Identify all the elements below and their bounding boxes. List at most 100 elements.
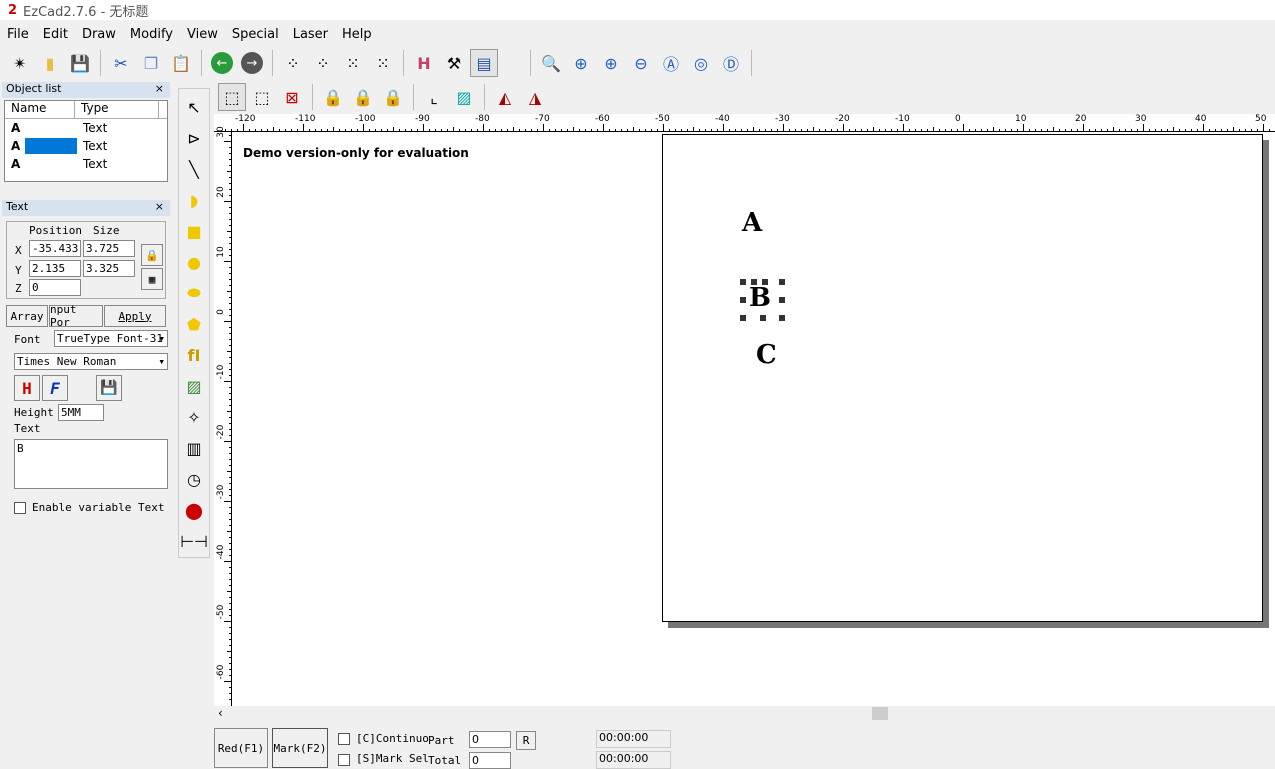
vector-file-icon[interactable]: ✧ [180, 403, 208, 431]
menu-edit[interactable]: Edit [36, 27, 75, 42]
input-output-icon[interactable]: ⬤ [180, 496, 208, 524]
polygon-icon[interactable]: ⬟ [180, 310, 208, 338]
z-position-input[interactable]: 0 [29, 279, 81, 296]
tools-icon[interactable]: ⚒ [440, 49, 468, 77]
zoom-fit-icon[interactable]: ◎ [687, 49, 715, 77]
copy-icon[interactable]: ❐ [137, 49, 165, 77]
input-port-button[interactable]: nput Por [49, 303, 103, 329]
enable-variable-checkbox[interactable] [14, 501, 26, 514]
continuous-checkbox[interactable] [338, 733, 350, 745]
selection-handle[interactable] [751, 279, 757, 285]
barcode-icon[interactable]: ▥ [180, 434, 208, 462]
selection-handle[interactable] [740, 315, 746, 321]
hatch-icon[interactable]: H [410, 49, 438, 77]
font-type-select[interactable]: TrueType Font-31 ▾ [54, 330, 168, 347]
open-icon[interactable]: ▮ [36, 49, 64, 77]
selection-handle[interactable] [760, 315, 766, 321]
ellipse-icon[interactable]: ⬬ [180, 279, 208, 307]
node-mode-icon[interactable]: ⊠ [278, 83, 306, 111]
zoom-in-icon[interactable]: ⊕ [567, 49, 595, 77]
delay-icon[interactable]: ⊢⊣ [180, 527, 208, 555]
mirror-horizontal-icon[interactable]: ◭ [491, 83, 519, 111]
line-icon[interactable]: ╲ [180, 155, 208, 183]
group-node-icon[interactable]: ⁙ [339, 49, 367, 77]
rotate-mode-icon[interactable]: ⬚ [248, 83, 276, 111]
ungroup-icon[interactable]: ⁘ [309, 49, 337, 77]
mark-selected-checkbox[interactable] [338, 754, 350, 766]
text-content-input[interactable]: B [14, 439, 168, 489]
font-settings-icon[interactable]: F [42, 375, 68, 401]
select-mode-icon[interactable]: ⬚ [218, 83, 246, 111]
unlock-all-icon[interactable]: 🔒 [379, 83, 407, 111]
color-icon[interactable]: ▨ [450, 83, 478, 111]
column-type[interactable]: Type [75, 101, 159, 118]
text-tool-icon[interactable]: fI [180, 341, 208, 369]
object-list-row[interactable]: A Text [5, 137, 167, 155]
part-input[interactable]: 0 [469, 731, 511, 748]
lock-ratio-icon[interactable]: 🔒 [141, 244, 163, 266]
clock-icon[interactable]: ◷ [180, 465, 208, 493]
menu-file[interactable]: File [0, 27, 36, 42]
mirror-vertical-icon[interactable]: ◮ [521, 83, 549, 111]
red-button[interactable]: Red(F1) [214, 728, 268, 768]
text-object-c[interactable]: C [756, 340, 777, 370]
selection-handle[interactable] [779, 279, 785, 285]
selection-handle[interactable] [740, 297, 746, 303]
ungroup-node-icon[interactable]: ⁙ [369, 49, 397, 77]
save-font-icon[interactable]: 💾 [96, 375, 122, 401]
save-icon[interactable]: 💾 [66, 49, 94, 77]
zoom-all-icon[interactable]: Ⓐ [657, 49, 685, 77]
origin-icon[interactable]: ⌞ [420, 83, 448, 111]
cut-icon[interactable]: ✂ [107, 49, 135, 77]
scroll-left-icon[interactable]: ‹ [218, 706, 223, 720]
x-size-input[interactable]: 3.725 [83, 240, 135, 257]
circle-icon[interactable]: ● [180, 248, 208, 276]
list-view-icon[interactable]: ▤ [470, 49, 498, 77]
hatch-font-icon[interactable]: H [14, 375, 40, 401]
mark-button[interactable]: Mark(F2) [272, 728, 328, 768]
curve-icon[interactable]: ◗ [180, 186, 208, 214]
y-position-input[interactable]: 2.135 [29, 260, 81, 277]
column-name[interactable]: Name [5, 101, 75, 118]
undo-icon[interactable]: ← [208, 49, 236, 77]
menu-modify[interactable]: Modify [123, 27, 180, 42]
y-size-input[interactable]: 3.325 [83, 260, 135, 277]
height-input[interactable]: 5MM [58, 404, 104, 421]
reset-button[interactable]: R [516, 731, 536, 750]
zoom-icon[interactable]: 🔍 [537, 49, 565, 77]
lock-icon[interactable]: 🔒 [319, 83, 347, 111]
close-icon[interactable]: × [155, 82, 164, 98]
menu-view[interactable]: View [180, 27, 225, 42]
object-list-row[interactable]: A Text [5, 155, 167, 173]
selection-handle[interactable] [779, 315, 785, 321]
apply-button[interactable]: Apply [104, 305, 166, 327]
close-icon[interactable]: × [155, 200, 164, 216]
zoom-out-icon[interactable]: ⊖ [627, 49, 655, 77]
new-icon[interactable]: ✴ [6, 49, 34, 77]
selection-handle[interactable] [740, 279, 746, 285]
paste-icon[interactable]: 📋 [167, 49, 195, 77]
menu-special[interactable]: Special [225, 27, 286, 42]
horizontal-scrollbar[interactable]: ‹ [214, 706, 1275, 722]
pointer-icon[interactable]: ↖ [180, 93, 208, 121]
curve-edit-icon[interactable]: ⊳ [180, 124, 208, 152]
object-list-row[interactable]: A Text [5, 119, 167, 137]
rectangle-icon[interactable]: ■ [180, 217, 208, 245]
redo-icon[interactable]: → [238, 49, 266, 77]
selection-handle[interactable] [779, 297, 785, 303]
selection-handle[interactable] [762, 279, 768, 285]
anchor-grid-icon[interactable]: ▦ [141, 268, 163, 290]
menu-laser[interactable]: Laser [286, 27, 335, 42]
x-position-input[interactable]: -35.433 [29, 240, 81, 257]
group-icon[interactable]: ⁘ [279, 49, 307, 77]
menu-draw[interactable]: Draw [75, 27, 123, 42]
bitmap-icon[interactable]: ▨ [180, 372, 208, 400]
zoom-in-alt-icon[interactable]: ⊕ [597, 49, 625, 77]
text-object-b[interactable]: B [749, 283, 771, 313]
text-object-a[interactable]: A [742, 208, 762, 238]
unlock-icon[interactable]: 🔒 [349, 83, 377, 111]
menu-help[interactable]: Help [335, 27, 379, 42]
font-name-select[interactable]: Times New Roman ▾ [14, 353, 168, 370]
zoom-selected-icon[interactable]: Ⓓ [717, 49, 745, 77]
array-button[interactable]: Array [6, 305, 48, 327]
